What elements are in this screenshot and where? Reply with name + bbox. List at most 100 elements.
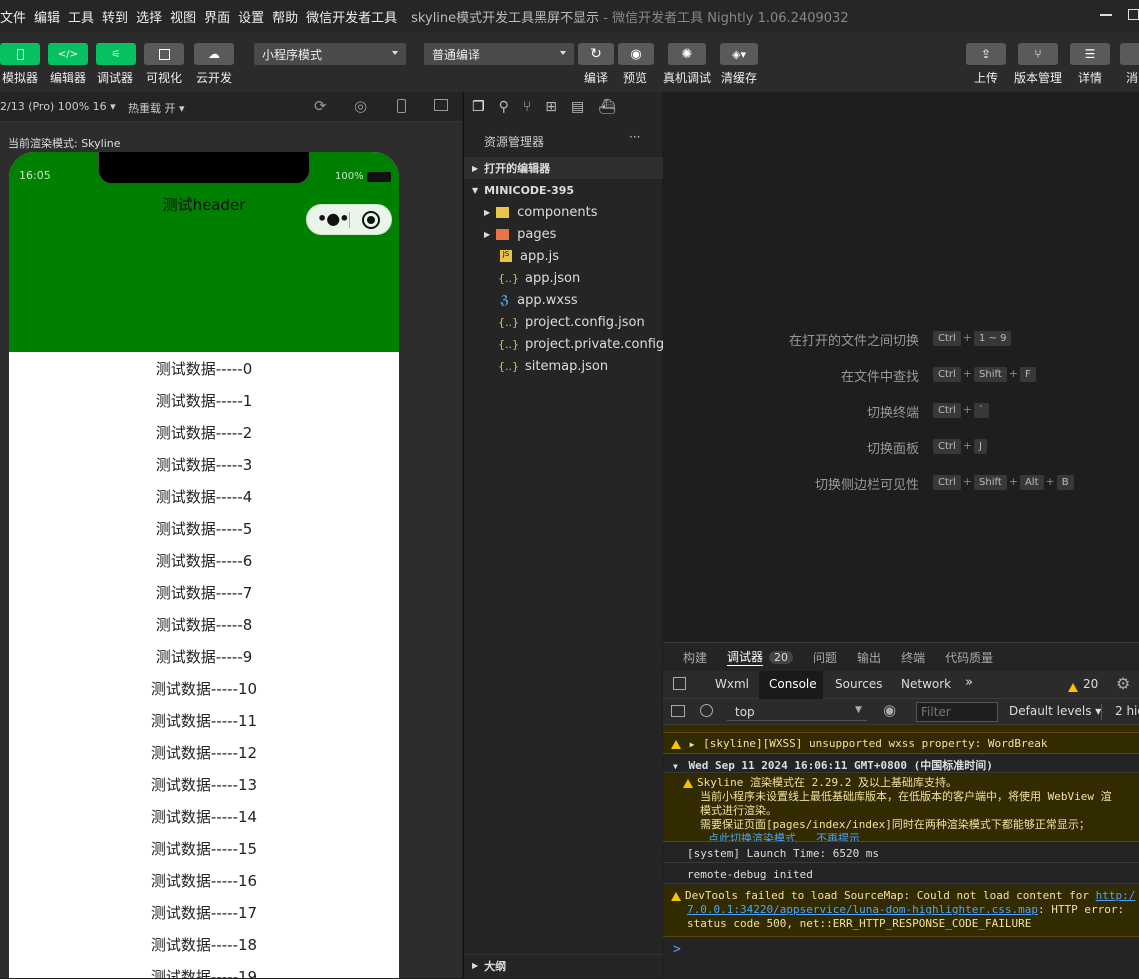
menu-goto[interactable]: 转到 — [102, 7, 128, 26]
tab-network[interactable]: Network — [901, 677, 951, 691]
chevron-down-icon: ▼ — [673, 762, 678, 771]
extensions-icon[interactable]: ⊞ — [545, 99, 557, 115]
cloud-toggle-button[interactable]: ☁ — [194, 43, 234, 65]
list-item: 测试数据-----6 — [155, 552, 253, 570]
sourcemap-link[interactable]: http:/ — [1096, 889, 1136, 902]
message-button[interactable] — [1120, 43, 1139, 65]
tab-wxml[interactable]: Wxml — [715, 677, 749, 691]
tab-debugger[interactable]: 调试器 — [727, 648, 764, 666]
shortcut-keys: Ctrl +1 ~ 9 — [931, 330, 1013, 346]
phone-icon[interactable] — [397, 99, 406, 113]
menu-interface[interactable]: 界面 — [204, 7, 230, 26]
menu-view[interactable]: 视图 — [170, 7, 196, 26]
details-button[interactable]: ☰ — [1070, 43, 1110, 65]
tab-output[interactable]: 输出 — [857, 649, 881, 666]
compile-select[interactable]: 普通编译 — [424, 43, 574, 65]
hidden-count[interactable]: 2 hid — [1115, 704, 1139, 718]
clear-console-icon[interactable] — [700, 704, 713, 717]
file-sitemap[interactable]: {..} sitemap.json — [464, 355, 663, 377]
explorer-more-icon[interactable]: ··· — [629, 130, 640, 144]
popout-icon[interactable] — [434, 99, 448, 111]
sourcemap-link[interactable]: 7.0.0.1:34220/appservice/luna-dom-highli… — [687, 903, 1038, 916]
files-icon[interactable]: ❐ — [472, 99, 485, 115]
chevron-right-icon[interactable]: ▶ — [690, 740, 695, 749]
compile-button[interactable]: ↻ — [578, 43, 614, 65]
capsule-menu[interactable]: •●• — [306, 204, 392, 235]
switch-render-mode-link[interactable]: 点此切换渲染模式 — [708, 832, 796, 841]
window-title-project: skyline模式开发工具黑屏不显示 — [411, 10, 600, 26]
filter-input[interactable] — [916, 702, 998, 722]
devtools-tabbar: Wxml Console Sources Network » 20 ⚙ — [663, 671, 1139, 699]
tab-terminal[interactable]: 终端 — [901, 649, 925, 666]
version-button[interactable]: ⑂ — [1018, 43, 1058, 65]
source-control-icon[interactable]: ⑂ — [523, 99, 531, 115]
hot-reload-select[interactable]: 热重载 开 ▾ — [128, 100, 185, 116]
minimize-icon[interactable] — [1100, 14, 1112, 16]
cloud-label: 云开发 — [196, 71, 233, 85]
folder-pages[interactable]: ▶ pages — [464, 223, 663, 245]
file-project-private-config[interactable]: {..} project.private.config.js... — [464, 333, 663, 355]
key-cap: Ctrl — [933, 403, 961, 418]
menu-file[interactable]: 文件 — [0, 7, 26, 26]
chevron-right-icon: ▶ — [472, 163, 479, 173]
activity-bar: ❐ ⚲ ⑂ ⊞ ▤ ⛴ — [464, 92, 663, 122]
project-section[interactable]: ▼ MINICODE-395 — [464, 179, 663, 201]
file-app-wxss[interactable]: ℨapp.wxss — [464, 289, 663, 311]
upload-button[interactable]: ⇪ — [966, 43, 1006, 65]
menu-edit[interactable]: 编辑 — [34, 7, 60, 26]
search-icon[interactable]: ⚲ — [499, 99, 509, 115]
menu-settings[interactable]: 设置 — [238, 7, 264, 26]
console-group-header[interactable]: ▼ Wed Sep 11 2024 16:06:11 GMT+0800 (中国标… — [663, 755, 1139, 773]
levels-select[interactable]: Default levels ▾ — [1009, 704, 1101, 718]
simulator-toggle-button[interactable] — [0, 43, 40, 65]
shortcut-row: 在文件中查找 Ctrl + Shift + F — [663, 366, 1139, 386]
file-app-json[interactable]: {..} app.json — [464, 267, 663, 289]
remote-debug-button[interactable]: ✺ — [668, 43, 706, 65]
eye-icon[interactable]: ◉ — [883, 701, 896, 719]
code-icon: </> — [57, 48, 79, 60]
visual-toggle-button[interactable] — [144, 43, 184, 65]
dont-show-again-link[interactable]: 不再提示 — [816, 832, 860, 841]
open-editors-section[interactable]: ▶ 打开的编辑器 — [464, 157, 663, 179]
sidebar-toggle-icon[interactable] — [671, 705, 685, 717]
key-cap: ` — [974, 403, 990, 418]
storage-icon[interactable]: ▤ — [571, 99, 584, 115]
editor-toggle-button[interactable]: </> — [48, 43, 88, 65]
file-project-config[interactable]: {..} project.config.json — [464, 311, 663, 333]
file-label: project.private.config.js... — [525, 336, 663, 352]
tab-build[interactable]: 构建 — [683, 649, 707, 666]
more-tabs-icon[interactable]: » — [965, 675, 973, 690]
tab-problems[interactable]: 问题 — [813, 649, 837, 666]
warning-count[interactable]: 20 — [1083, 677, 1098, 691]
mode-select[interactable]: 小程序模式 — [254, 43, 406, 65]
tab-code-quality[interactable]: 代码质量 — [945, 649, 993, 666]
folder-components[interactable]: ▶ components — [464, 201, 663, 223]
settings-gear-icon[interactable]: ⚙ — [1116, 674, 1130, 693]
more-dots-icon[interactable]: •●• — [317, 209, 349, 228]
inspect-icon[interactable] — [673, 677, 686, 690]
rotate-icon[interactable]: ⟳ — [314, 97, 327, 115]
preview-button[interactable]: ◉ — [618, 43, 654, 65]
menu-tools[interactable]: 工具 — [68, 7, 94, 26]
context-select[interactable]: top ▼ — [727, 703, 867, 721]
debugger-toggle-button[interactable]: ⚟ — [96, 43, 136, 65]
tab-console[interactable]: Console — [769, 677, 817, 691]
folder-label: pages — [517, 226, 557, 242]
outline-section[interactable]: ▶ 大纲 — [464, 954, 663, 976]
tab-sources[interactable]: Sources — [835, 677, 882, 691]
stop-icon[interactable]: ◎ — [354, 97, 367, 115]
docker-icon[interactable]: ⛴ — [598, 99, 616, 115]
menu-wechat-devtools[interactable]: 微信开发者工具 — [306, 7, 397, 26]
clear-cache-button[interactable]: ◈▾ — [720, 43, 758, 65]
file-app-js[interactable]: JS app.js — [464, 245, 663, 267]
sliders-icon: ⚟ — [111, 48, 121, 60]
console-prompt[interactable]: > — [663, 940, 1139, 960]
close-circle-icon[interactable] — [362, 211, 380, 229]
hot-reload-value: 热重载 开 — [128, 102, 176, 115]
maximize-icon[interactable] — [1128, 9, 1139, 20]
device-select[interactable]: 2/13 (Pro) 100% 16 ▾ — [0, 100, 116, 113]
outline-label: 大纲 — [484, 959, 507, 973]
menu-help[interactable]: 帮助 — [272, 7, 298, 26]
file-label: sitemap.json — [525, 358, 609, 374]
menu-select[interactable]: 选择 — [136, 7, 162, 26]
